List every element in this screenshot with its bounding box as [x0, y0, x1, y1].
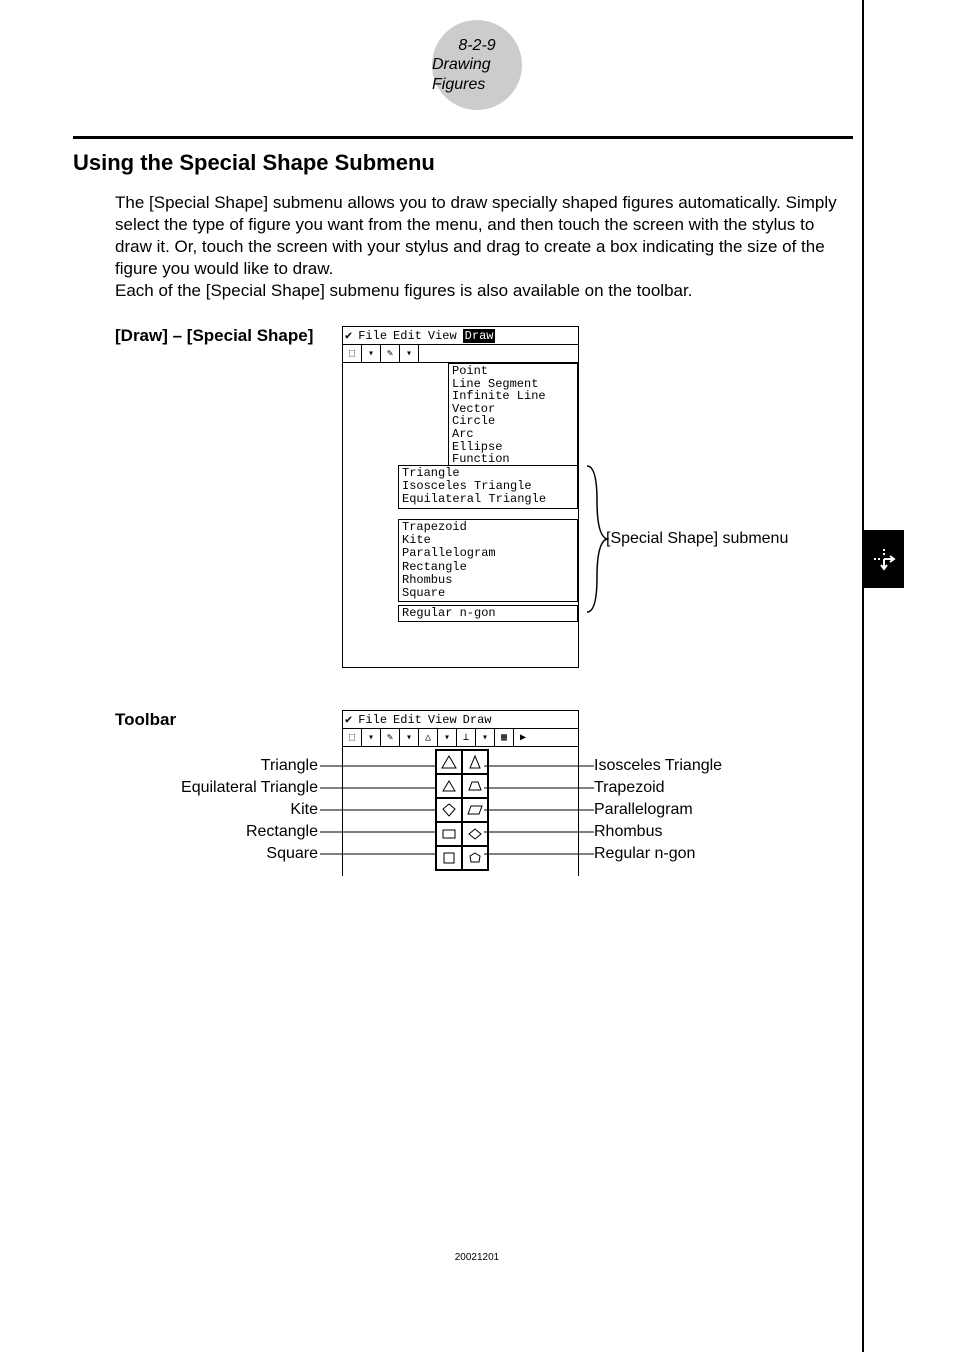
shape-triangle-icon[interactable]	[436, 750, 462, 774]
device-toolbar-2: ⬚ ▾ ✎ ▾ △ ▾ ⊥ ▾ ▦ ▶	[343, 729, 578, 747]
menu-item-point[interactable]: Point	[452, 365, 574, 378]
label-parallelogram: Parallelogram	[594, 799, 722, 821]
menu-item-infinite-line[interactable]: Infinite Line	[452, 390, 574, 403]
label-triangle: Triangle	[178, 755, 318, 777]
menu-item-function[interactable]: Function	[452, 453, 574, 466]
menu-item-arc[interactable]: Arc	[452, 428, 574, 441]
menu-file-2[interactable]: File	[358, 713, 387, 727]
menu-draw-2[interactable]: Draw	[463, 713, 492, 727]
device-screenshot-menu: ✔ File Edit View Draw ⬚ ▾ ✎ ▾ Point Line…	[342, 326, 579, 668]
footer-number: 20021201	[455, 1252, 500, 1263]
toolbar-right-labels: Isosceles Triangle Trapezoid Parallelogr…	[594, 755, 722, 865]
tb2-dd4-icon[interactable]: ▾	[476, 729, 495, 746]
section-number: 8-2-9	[458, 36, 495, 55]
submenu-quads: Trapezoid Kite Parallelogram Rectangle R…	[398, 519, 578, 602]
section-title: Drawing Figures	[432, 55, 522, 93]
shape-palette	[435, 749, 489, 871]
tool-more-icon[interactable]	[419, 345, 437, 362]
tb2-pen-icon[interactable]: ✎	[381, 729, 400, 746]
label-rectangle: Rectangle	[178, 821, 318, 843]
shape-equilateral-icon[interactable]	[436, 774, 462, 798]
toolbar-left-labels: Triangle Equilateral Triangle Kite Recta…	[178, 755, 318, 865]
leader-lines-right	[484, 764, 594, 884]
page-right-margin	[862, 0, 864, 1352]
horizontal-rule	[73, 136, 853, 139]
paragraph-1: The [Special Shape] submenu allows you t…	[115, 193, 837, 278]
tb2-triangle-icon[interactable]: △	[419, 729, 438, 746]
menubar: ✔ File Edit View Draw	[343, 327, 578, 345]
menu-view[interactable]: View	[428, 329, 457, 343]
section-badge: 8-2-9 Drawing Figures	[432, 20, 522, 110]
leader-lines-left	[320, 764, 435, 884]
submenu-annotation: [Special Shape] submenu	[606, 530, 788, 548]
tool-dropdown-1-icon[interactable]: ▾	[362, 345, 381, 362]
label-isosceles: Isosceles Triangle	[594, 755, 722, 777]
menubar-2: ✔ File Edit View Draw	[343, 711, 578, 729]
label-kite: Kite	[178, 799, 318, 821]
body-paragraphs: The [Special Shape] submenu allows you t…	[115, 192, 855, 302]
submenu-ngon: Regular n-gon	[398, 605, 578, 622]
shape-kite-icon[interactable]	[436, 798, 462, 822]
tb2-dd2-icon[interactable]: ▾	[400, 729, 419, 746]
label-square: Square	[178, 843, 318, 865]
tool-pen-icon[interactable]: ✎	[381, 345, 400, 362]
tb2-next-icon[interactable]: ▶	[514, 729, 532, 746]
device-toolbar: ⬚ ▾ ✎ ▾	[343, 345, 578, 363]
page-heading: Using the Special Shape Submenu	[73, 150, 435, 176]
tb2-perp-icon[interactable]: ⊥	[457, 729, 476, 746]
menu-file[interactable]: File	[358, 329, 387, 343]
menu-edit[interactable]: Edit	[393, 329, 422, 343]
tool-select-icon[interactable]: ⬚	[343, 345, 362, 362]
draw-menu-popup: Point Line Segment Infinite Line Vector …	[448, 363, 578, 480]
shape-rectangle-icon[interactable]	[436, 822, 462, 846]
tb2-select-icon[interactable]: ⬚	[343, 729, 362, 746]
tb2-dd3-icon[interactable]: ▾	[438, 729, 457, 746]
submenu-item-square[interactable]: Square	[402, 587, 574, 600]
submenu-triangles: Triangle Isosceles Triangle Equilateral …	[398, 465, 578, 509]
label-rhombus: Rhombus	[594, 821, 722, 843]
menu-draw[interactable]: Draw	[463, 329, 496, 343]
tb2-dd1-icon[interactable]: ▾	[362, 729, 381, 746]
menu-edit-2[interactable]: Edit	[393, 713, 422, 727]
shape-square-icon[interactable]	[436, 846, 462, 870]
submenu-item-regular-ngon[interactable]: Regular n-gon	[402, 607, 574, 620]
label-trapezoid: Trapezoid	[594, 777, 722, 799]
thumb-tab-icon	[864, 530, 904, 588]
battery-icon: ✔	[345, 328, 352, 343]
tb2-grid-icon[interactable]: ▦	[495, 729, 514, 746]
submenu-item-equilateral[interactable]: Equilateral Triangle	[402, 493, 574, 506]
toolbar-label: Toolbar	[115, 710, 176, 730]
submenu-item-rectangle[interactable]: Rectangle	[402, 561, 574, 574]
label-regular-ngon: Regular n-gon	[594, 843, 722, 865]
battery-icon-2: ✔	[345, 712, 352, 727]
tool-dropdown-2-icon[interactable]: ▾	[400, 345, 419, 362]
label-equilateral: Equilateral Triangle	[178, 777, 318, 799]
submenu-item-parallelogram[interactable]: Parallelogram	[402, 547, 574, 560]
submenu-item-rhombus[interactable]: Rhombus	[402, 574, 574, 587]
paragraph-2: Each of the [Special Shape] submenu figu…	[115, 281, 692, 300]
menu-view-2[interactable]: View	[428, 713, 457, 727]
draw-special-shape-label: [Draw] – [Special Shape]	[115, 326, 313, 346]
